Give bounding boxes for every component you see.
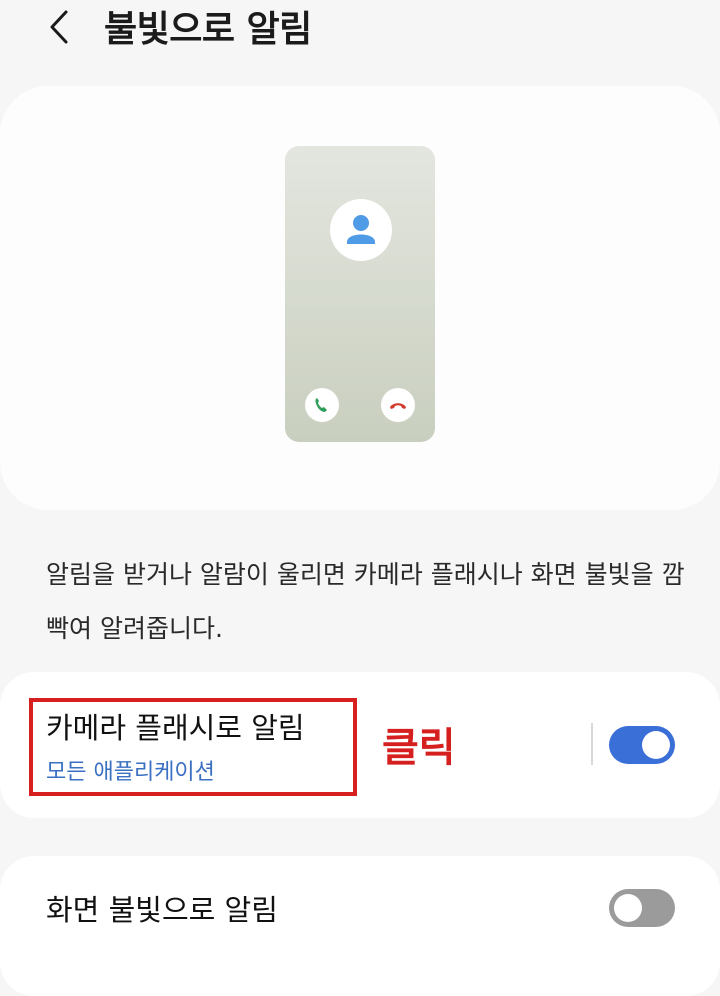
- screen-flash-setting[interactable]: 화면 불빛으로 알림: [0, 856, 720, 996]
- divider: [591, 723, 593, 765]
- camera-flash-toggle[interactable]: [609, 726, 675, 764]
- click-annotation: 클릭: [382, 725, 456, 771]
- screen-flash-toggle[interactable]: [609, 889, 675, 927]
- highlight-box: [29, 698, 357, 796]
- toggle-knob: [642, 731, 670, 759]
- accept-call-button: [305, 388, 339, 422]
- screen-flash-title: 화면 불빛으로 알림: [46, 893, 278, 927]
- feature-description: 알림을 받거나 알람이 울리면 카메라 플래시나 화면 불빛을 깜빡여 알려줍니…: [46, 560, 685, 643]
- decline-call-button: [381, 388, 415, 422]
- toggle-knob: [614, 894, 642, 922]
- page-title: 불빛으로 알림: [104, 9, 312, 50]
- phone-accept-icon: [315, 398, 327, 412]
- avatar: [330, 199, 392, 261]
- person-icon: [347, 215, 375, 244]
- back-button[interactable]: [40, 4, 80, 48]
- phone-preview: [285, 146, 435, 442]
- app-header: 불빛으로 알림: [0, 0, 720, 60]
- phone-decline-icon: [390, 403, 406, 409]
- chevron-left-icon: [50, 10, 68, 44]
